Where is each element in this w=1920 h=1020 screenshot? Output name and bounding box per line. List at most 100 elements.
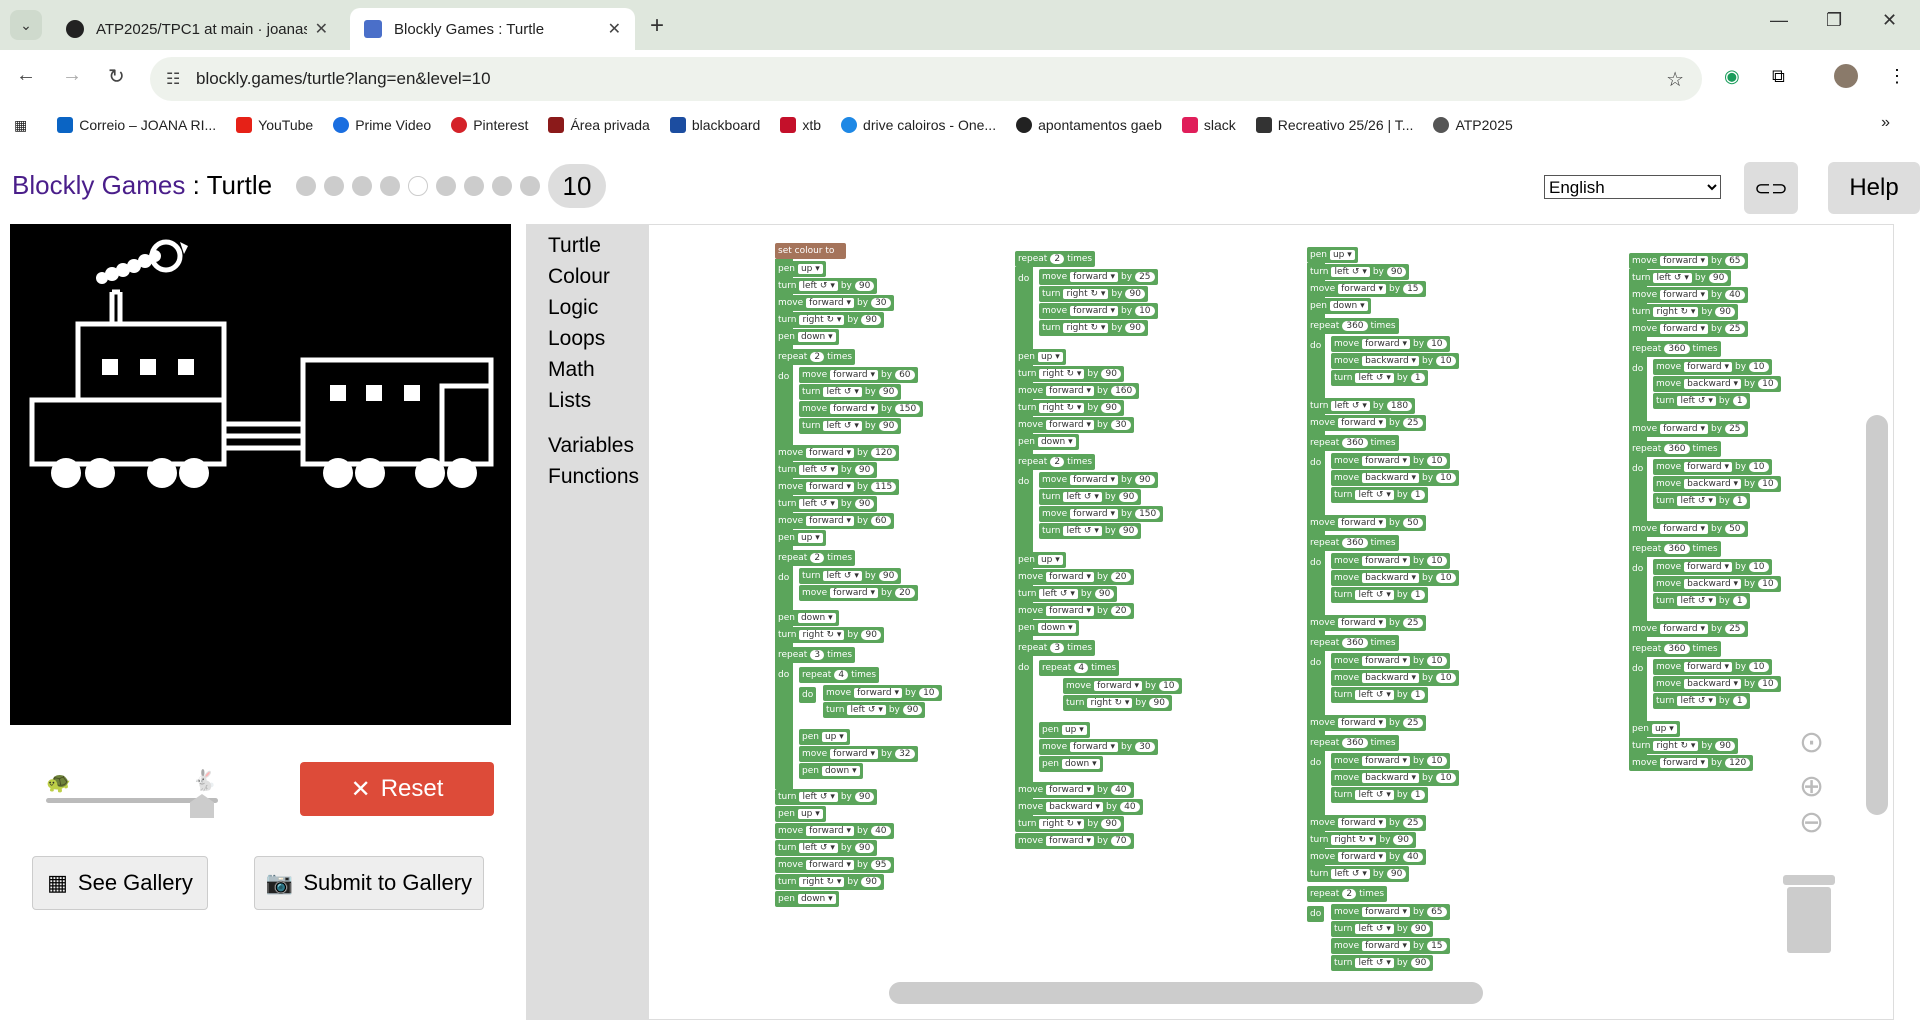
- move-block[interactable]: move forward ▾ by 25: [1039, 269, 1158, 285]
- number-field[interactable]: 10: [1749, 662, 1769, 672]
- turn-block[interactable]: turn left ↺ ▾ by 90: [775, 789, 878, 805]
- dropdown-field[interactable]: forward ▾: [1338, 418, 1387, 428]
- toolbox-category-functions[interactable]: Functions: [526, 461, 648, 492]
- number-field[interactable]: 25: [1725, 324, 1745, 334]
- back-icon[interactable]: ←: [16, 64, 36, 87]
- move-block[interactable]: move forward ▾ by 120: [775, 445, 900, 461]
- dropdown-field[interactable]: right ↻ ▾: [799, 630, 845, 640]
- turn-block[interactable]: turn right ↻ ▾ by 90: [1015, 816, 1124, 832]
- dropdown-field[interactable]: left ↺ ▾: [1677, 496, 1716, 506]
- toolbox-category-lists[interactable]: Lists: [526, 385, 648, 416]
- dropdown-field[interactable]: right ↻ ▾: [1063, 289, 1109, 299]
- dropdown-field[interactable]: forward ▾: [806, 860, 855, 870]
- number-field[interactable]: 1: [1410, 790, 1425, 800]
- dropdown-field[interactable]: up ▾: [821, 732, 847, 742]
- turn-block[interactable]: turn left ↺ ▾ by 90: [1629, 270, 1732, 286]
- number-field[interactable]: 90: [861, 315, 881, 325]
- level-dot[interactable]: [492, 176, 512, 196]
- number-field[interactable]: 10: [1135, 306, 1155, 316]
- level-dot[interactable]: [520, 176, 540, 196]
- turn-block[interactable]: turn right ↻ ▾ by 90: [1063, 695, 1172, 711]
- dropdown-field[interactable]: left ↺ ▾: [1063, 492, 1102, 502]
- dropdown-field[interactable]: forward ▾: [1362, 456, 1411, 466]
- move-block[interactable]: move backward ▾ by 10: [1653, 376, 1781, 392]
- number-field[interactable]: 25: [1403, 818, 1423, 828]
- bookmark-item[interactable]: apontamentos gaeb: [1016, 117, 1162, 133]
- move-block[interactable]: move forward ▾ by 160: [1015, 383, 1140, 399]
- pen-block[interactable]: pen up ▾: [1629, 721, 1680, 737]
- number-field[interactable]: 10: [1436, 473, 1456, 483]
- dropdown-field[interactable]: forward ▾: [830, 404, 879, 414]
- dropdown-field[interactable]: left ↺ ▾: [1355, 958, 1394, 968]
- dropdown-field[interactable]: left ↺ ▾: [823, 571, 862, 581]
- dropdown-field[interactable]: backward ▾: [1684, 379, 1742, 389]
- number-field[interactable]: 20: [1111, 572, 1131, 582]
- dropdown-field[interactable]: forward ▾: [854, 688, 903, 698]
- turn-block[interactable]: turn left ↺ ▾ by 90: [1307, 264, 1410, 280]
- number-field[interactable]: 90: [1101, 369, 1121, 379]
- move-block[interactable]: move forward ▾ by 25: [1629, 421, 1748, 437]
- move-block[interactable]: move forward ▾ by 120: [1629, 755, 1754, 771]
- number-field[interactable]: 360: [1664, 344, 1690, 354]
- dropdown-field[interactable]: left ↺ ▾: [1677, 396, 1716, 406]
- dropdown-field[interactable]: forward ▾: [1660, 324, 1709, 334]
- turn-block[interactable]: turn right ↻ ▾ by 90: [1015, 366, 1124, 382]
- dropdown-field[interactable]: backward ▾: [1362, 573, 1420, 583]
- number-field[interactable]: 90: [1715, 741, 1735, 751]
- dropdown-field[interactable]: left ↺ ▾: [1063, 526, 1102, 536]
- number-field[interactable]: 10: [1758, 479, 1778, 489]
- rep-block[interactable]: do: [1307, 755, 1325, 771]
- dropdown-field[interactable]: left ↺ ▾: [799, 465, 838, 475]
- number-field[interactable]: 32: [895, 749, 915, 759]
- move-block[interactable]: move forward ▾ by 115: [775, 479, 900, 495]
- dropdown-field[interactable]: forward ▾: [1338, 618, 1387, 628]
- dropdown-field[interactable]: up ▾: [1651, 724, 1677, 734]
- move-block[interactable]: move forward ▾ by 70: [1015, 833, 1134, 849]
- rep-block[interactable]: repeat 360 times: [1629, 441, 1721, 457]
- move-block[interactable]: move forward ▾ by 15: [1307, 281, 1426, 297]
- dropdown-field[interactable]: up ▾: [1037, 555, 1063, 565]
- number-field[interactable]: 1: [1732, 596, 1747, 606]
- dropdown-field[interactable]: forward ▾: [830, 588, 879, 598]
- number-field[interactable]: 65: [1725, 256, 1745, 266]
- bookmark-item[interactable]: drive caloiros - One...: [841, 117, 996, 133]
- dropdown-field[interactable]: forward ▾: [1684, 662, 1733, 672]
- dropdown-field[interactable]: backward ▾: [1684, 479, 1742, 489]
- number-field[interactable]: 25: [1403, 618, 1423, 628]
- link-button[interactable]: ⊂⊃: [1744, 162, 1798, 214]
- language-select[interactable]: English: [1544, 175, 1721, 199]
- number-field[interactable]: 360: [1342, 638, 1368, 648]
- blockly-workspace[interactable]: set colour to pen up ▾ turn left ↺ ▾ by 90 mov…: [648, 224, 1894, 1020]
- dropdown-field[interactable]: left ↺ ▾: [799, 843, 838, 853]
- colour-block[interactable]: set colour to: [775, 243, 847, 259]
- move-block[interactable]: move forward ▾ by 50: [1629, 521, 1748, 537]
- new-tab-button[interactable]: +: [650, 12, 664, 40]
- dropdown-field[interactable]: right ↻ ▾: [1653, 307, 1699, 317]
- dropdown-field[interactable]: left ↺ ▾: [1677, 596, 1716, 606]
- dropdown-field[interactable]: right ↻ ▾: [1063, 323, 1109, 333]
- number-field[interactable]: 2: [810, 352, 825, 362]
- number-field[interactable]: 90: [1386, 869, 1407, 879]
- turn-block[interactable]: turn left ↺ ▾ by 90: [799, 418, 902, 434]
- move-block[interactable]: move forward ▾ by 25: [1307, 715, 1426, 731]
- dropdown-field[interactable]: down ▾: [1061, 759, 1100, 769]
- turn-block[interactable]: turn left ↺ ▾ by 1: [1653, 493, 1750, 509]
- number-field[interactable]: 120: [871, 448, 897, 458]
- number-field[interactable]: 180: [1386, 401, 1413, 411]
- number-field[interactable]: 1: [1732, 696, 1747, 706]
- zoom-out-icon[interactable]: ⊖: [1799, 805, 1824, 840]
- number-field[interactable]: 360: [1664, 444, 1690, 454]
- rep-block[interactable]: repeat 4 times: [1039, 660, 1120, 676]
- dropdown-field[interactable]: up ▾: [797, 264, 823, 274]
- dropdown-field[interactable]: left ↺ ▾: [799, 792, 838, 802]
- number-field[interactable]: 40: [871, 826, 891, 836]
- dropdown-field[interactable]: forward ▾: [1660, 758, 1709, 768]
- rep-block[interactable]: do: [1307, 655, 1325, 671]
- number-field[interactable]: 90: [1393, 835, 1413, 845]
- rep-block[interactable]: repeat 2 times: [1015, 251, 1096, 267]
- dropdown-field[interactable]: backward ▾: [1362, 356, 1420, 366]
- address-bar[interactable]: ☷ blockly.games/turtle?lang=en&level=10 …: [150, 57, 1702, 101]
- rep-block[interactable]: repeat 3 times: [1015, 640, 1096, 656]
- move-block[interactable]: move forward ▾ by 20: [1015, 603, 1134, 619]
- dropdown-field[interactable]: right ↻ ▾: [1653, 741, 1699, 751]
